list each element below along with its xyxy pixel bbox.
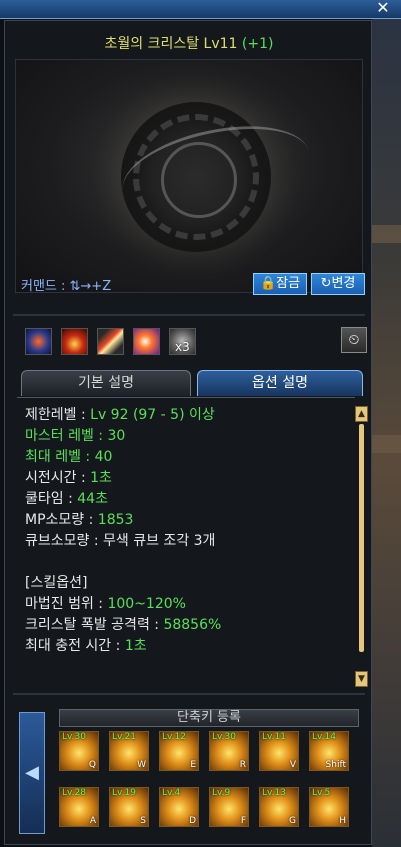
max-charge-time-line: 최대 충전 시간 : 1초: [25, 638, 147, 654]
lock-button[interactable]: 🔒잠금: [253, 273, 307, 295]
hotkey-slot[interactable]: Lv.11 V: [259, 731, 299, 771]
skill-icon-2[interactable]: [61, 328, 88, 355]
divider: [13, 693, 365, 695]
hotkey-slot[interactable]: Lv.19 S: [109, 787, 149, 827]
master-level-line: 마스터 레벨 : 30: [25, 428, 126, 444]
hotkey-slot[interactable]: Lv.28 A: [59, 787, 99, 827]
change-button[interactable]: ↻변경: [311, 273, 365, 295]
scroll-thumb[interactable]: [359, 424, 364, 652]
tab-basic-description[interactable]: 기본 설명: [21, 370, 191, 396]
skill-enhance-level: (+1): [241, 36, 274, 52]
hotkey-slot[interactable]: Lv.9 F: [209, 787, 249, 827]
required-level-line: 제한레벨 : Lv 92 (97 - 5) 이상: [25, 407, 215, 423]
hotkey-slot[interactable]: Lv.4 D: [159, 787, 199, 827]
hotkey-slot[interactable]: Lv.12 E: [159, 731, 199, 771]
hotkey-slot[interactable]: Lv.13 G: [259, 787, 299, 827]
hotkey-prev-arrow-icon[interactable]: ◀: [19, 712, 45, 834]
hotkey-slot[interactable]: Lv.5 H: [309, 787, 349, 827]
close-button[interactable]: ✕: [373, 0, 393, 17]
magic-circle-range-line: 마법진 범위 : 100~120%: [25, 596, 186, 612]
background-game-scene: [372, 0, 401, 847]
cast-time-line: 시전시간 : 1초: [25, 470, 112, 486]
skill-icon-1[interactable]: [25, 328, 52, 355]
background-strip: [372, 225, 401, 243]
skill-info-window: 초월의 크리스탈 Lv11 (+1) 커맨드 : ⇅→+Z 🔒잠금 ↻변경 x3…: [4, 20, 372, 845]
skill-option-header: [스킬옵션]: [25, 575, 88, 591]
scroll-down-arrow-icon[interactable]: ▼: [355, 671, 368, 687]
cube-count: x3: [175, 340, 190, 354]
cooldown-line: 쿨타임 : 44초: [25, 491, 108, 507]
crystal-burst-attack-line: 크리스탈 폭발 공격력 : 58856%: [25, 617, 222, 633]
scroll-up-arrow-icon[interactable]: ▲: [355, 406, 368, 422]
option-description-panel: 제한레벨 : Lv 92 (97 - 5) 이상 마스터 레벨 : 30 최대 …: [17, 397, 355, 692]
clock-icon[interactable]: ⏲: [341, 327, 367, 353]
divider: [13, 314, 365, 316]
command-text: 커맨드 : ⇅→+Z: [21, 279, 112, 294]
hotkey-slot[interactable]: Lv.30 R: [209, 731, 249, 771]
max-level-line: 최대 레벨 : 40: [25, 449, 113, 465]
skill-icon-3[interactable]: [97, 328, 124, 355]
skill-preview-panel: [15, 59, 363, 293]
skill-name: 초월의 크리스탈 Lv11: [104, 36, 238, 52]
hotkey-grid: Lv.30 Q Lv.21 W Lv.12 E Lv.30 R Lv.11 V Lv.14…: [59, 731, 361, 843]
tab-option-description[interactable]: 옵션 설명: [197, 370, 363, 396]
hotkey-slot[interactable]: Lv.21 W: [109, 731, 149, 771]
description-scrollbar[interactable]: ▲ ▼: [355, 406, 369, 687]
cube-cost-line: 큐브소모량 : 무색 큐브 조각 3개: [25, 533, 216, 549]
background-strip: [372, 435, 401, 453]
skill-icon-4[interactable]: [133, 328, 160, 355]
hotkey-slot[interactable]: Lv.14 Shift: [309, 731, 349, 771]
skill-title: 초월의 크리스탈 Lv11 (+1): [5, 33, 373, 53]
hotkey-registration-title: 단축키 등록: [59, 709, 359, 727]
window-top-bar: ✕: [0, 0, 401, 19]
hotkey-slot[interactable]: Lv.30 Q: [59, 731, 99, 771]
mp-cost-line: MP소모량 : 1853: [25, 512, 134, 528]
